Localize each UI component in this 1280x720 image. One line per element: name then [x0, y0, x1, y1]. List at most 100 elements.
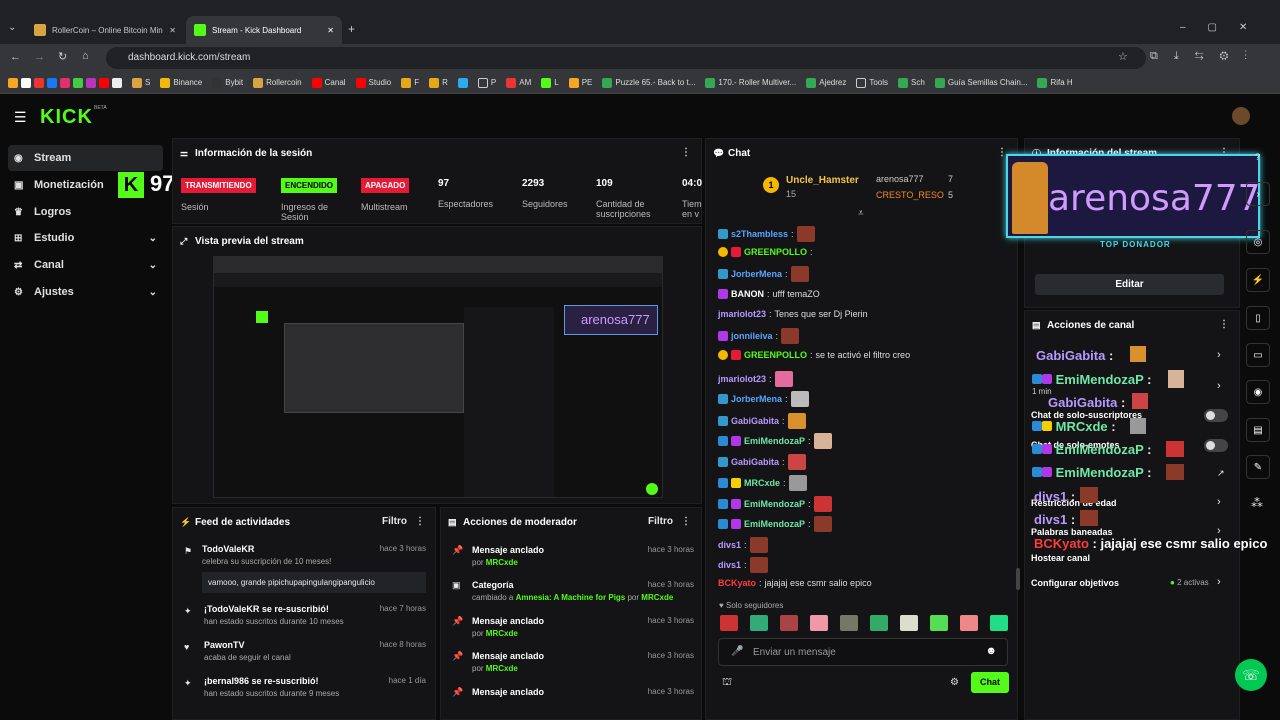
top-gifter-count: 5 — [948, 190, 954, 200]
preview-chat — [464, 307, 554, 497]
bookmark-item[interactable]: AM — [506, 77, 531, 88]
host-channel-label[interactable]: Hostear canal — [1031, 553, 1090, 563]
stat-session: TRANSMITIENDO Sesión — [181, 166, 256, 224]
wrench-icon[interactable]: ✎ — [1246, 455, 1270, 479]
more-options-icon[interactable]: ⋮ — [1219, 319, 1229, 330]
chevron-right-icon[interactable]: › — [1217, 576, 1221, 588]
menu-icon[interactable]: ☰ — [14, 109, 27, 126]
emote — [774, 371, 793, 387]
reload-icon[interactable]: ↻ — [58, 50, 67, 63]
more-options-icon[interactable]: ⋮ — [681, 147, 691, 158]
arrow-icon[interactable]: › — [1246, 182, 1270, 206]
chevron-right-icon[interactable]: › — [1217, 496, 1221, 508]
emote-only-toggle[interactable] — [1204, 439, 1228, 452]
bookmark-folder[interactable]: P — [477, 77, 496, 88]
external-link-icon[interactable]: ↗ — [1217, 468, 1225, 479]
emoji-icon[interactable]: ☻ — [985, 645, 997, 657]
stat-income: ENCENDIDO Ingresos de Sesión — [281, 166, 351, 224]
chevron-down-icon: ⌄ — [148, 286, 157, 298]
close-icon[interactable]: ✕ — [327, 26, 334, 35]
collapse-icon[interactable]: ⩡ — [858, 208, 864, 219]
panel-header: ▤ Acciones de canal — [1032, 319, 1135, 331]
bookmark-item[interactable]: S — [132, 77, 150, 88]
help-icon[interactable]: ? — [1255, 152, 1260, 162]
bookmark-item[interactable]: F — [401, 77, 419, 88]
bookmark-item[interactable]: Ajedrez — [806, 77, 846, 88]
document-icon[interactable]: ▯ — [1246, 306, 1270, 330]
sidebar-item-canal[interactable]: ⇄ Canal ⌄ — [8, 252, 163, 278]
broadcast-icon[interactable]: ◉ — [1246, 380, 1270, 404]
microphone-icon[interactable]: 🎤 — [731, 646, 743, 657]
store-icon[interactable]: ⛫ — [722, 676, 732, 690]
extension-icons[interactable]: ⧉⤓⇆⚙⋮ — [1150, 50, 1263, 63]
share-icon[interactable]: ⁂ — [1251, 496, 1263, 510]
avatar[interactable] — [1232, 107, 1250, 125]
bookmark-item[interactable]: Rollercoin — [253, 77, 302, 88]
tab-search-icon[interactable]: ⌄ — [8, 22, 16, 33]
bookmark-item[interactable] — [457, 77, 468, 88]
feed-message: vamooo, grande pipichupapingulangipangul… — [202, 572, 426, 593]
sidebar-item-estudio[interactable]: ⊞ Estudio ⌄ — [8, 225, 163, 251]
kick-k-logo-icon: K — [118, 172, 144, 198]
chat-input[interactable]: 🎤 Enviar un mensaje ☻ — [718, 638, 1008, 666]
support-chat-button[interactable]: ☏ — [1235, 659, 1267, 691]
emote-bar[interactable] — [720, 615, 1010, 633]
overlay-chat-line: EmiMendozaP : — [1032, 372, 1151, 387]
back-icon[interactable]: ← — [10, 51, 21, 63]
stream-preview-video[interactable]: arenosa777 — [213, 256, 663, 498]
bookmark-folder[interactable]: Tools — [856, 77, 888, 88]
chevron-right-icon[interactable]: › — [1217, 349, 1221, 361]
send-chat-button[interactable]: Chat — [971, 672, 1009, 693]
filter-button[interactable]: Filtro — [648, 516, 673, 527]
bookmark-icons[interactable] — [8, 77, 122, 88]
top-gifter-name[interactable]: Uncle_Hamster — [786, 175, 859, 186]
emote — [1080, 510, 1098, 526]
subscribers-only-toggle[interactable] — [1204, 409, 1228, 422]
bookmark-item[interactable]: Puzzle 65.- Back to t... — [602, 77, 695, 88]
forward-icon[interactable]: → — [34, 51, 45, 63]
bookmark-item[interactable]: Studio — [355, 77, 391, 88]
bookmark-item[interactable]: Bybit — [212, 77, 243, 88]
sidebar-item-stream[interactable]: ◉ Stream — [8, 145, 163, 171]
bookmark-item[interactable]: 170.- Roller Multiver... — [705, 77, 796, 88]
top-gifter-name[interactable]: arenosa777 — [876, 174, 924, 184]
emote — [1166, 441, 1184, 457]
window-controls[interactable]: –▢✕ — [1180, 22, 1269, 33]
chat-scrollbar[interactable] — [1016, 568, 1020, 590]
bookmark-item[interactable]: R — [429, 77, 448, 88]
lightning-icon[interactable]: ⚡ — [1246, 268, 1270, 292]
address-bar[interactable]: dashboard.kick.com/stream — [106, 47, 1146, 69]
tab-rollercoin[interactable]: RollerCoin – Online Bitcoin Min ✕ — [26, 16, 184, 44]
bookmark-item[interactable]: L — [541, 77, 559, 88]
pin-icon: 📌 — [452, 687, 464, 697]
home-icon[interactable]: ⌂ — [82, 50, 89, 62]
more-options-icon[interactable]: ⋮ — [415, 516, 425, 527]
more-options-icon[interactable]: ⋮ — [681, 516, 691, 527]
bookmark-item[interactable]: PE — [568, 77, 592, 88]
chat-bubble-icon[interactable]: ▭ — [1246, 343, 1270, 367]
chat-icon: 💬 — [713, 147, 725, 158]
tab-kick-dashboard[interactable]: Stream - Kick Dashboard ✕ — [186, 16, 342, 44]
layout-icon[interactable]: ▤ — [1246, 418, 1270, 442]
new-tab-button[interactable]: + — [348, 22, 355, 36]
bookmark-item[interactable]: Canal — [311, 77, 346, 88]
bookmark-item[interactable]: Rifa H — [1037, 77, 1073, 88]
bookmark-item[interactable]: Guía Semillas Chain... — [934, 77, 1027, 88]
top-gifter-name[interactable]: CRESTO_RESO — [876, 190, 944, 200]
gear-icon[interactable]: ⚙ — [950, 677, 959, 688]
close-icon[interactable]: ✕ — [169, 26, 176, 35]
kick-logo[interactable]: KICK — [40, 106, 93, 129]
list-icon: ▤ — [448, 516, 457, 527]
chevron-right-icon[interactable]: › — [1217, 380, 1221, 392]
configure-objectives-label[interactable]: Configurar objetivos — [1031, 578, 1119, 588]
edit-button[interactable]: Editar — [1035, 274, 1224, 295]
camera-icon[interactable]: ◎ — [1246, 230, 1270, 254]
sidebar-item-ajustes[interactable]: ⚙ Ajustes ⌄ — [8, 279, 163, 305]
bookmark-item[interactable]: Binance — [160, 77, 202, 88]
chat-message: EmiMendozaP: — [718, 433, 832, 449]
bookmark-item[interactable]: Sch — [898, 77, 925, 88]
mod-item: 📌 Mensaje anclado hace 3 horas — [452, 687, 694, 697]
bookmark-star-icon[interactable]: ☆ — [1118, 50, 1128, 63]
sidebar-item-logros[interactable]: ♛ Logros — [8, 199, 163, 225]
filter-button[interactable]: Filtro — [382, 516, 407, 527]
